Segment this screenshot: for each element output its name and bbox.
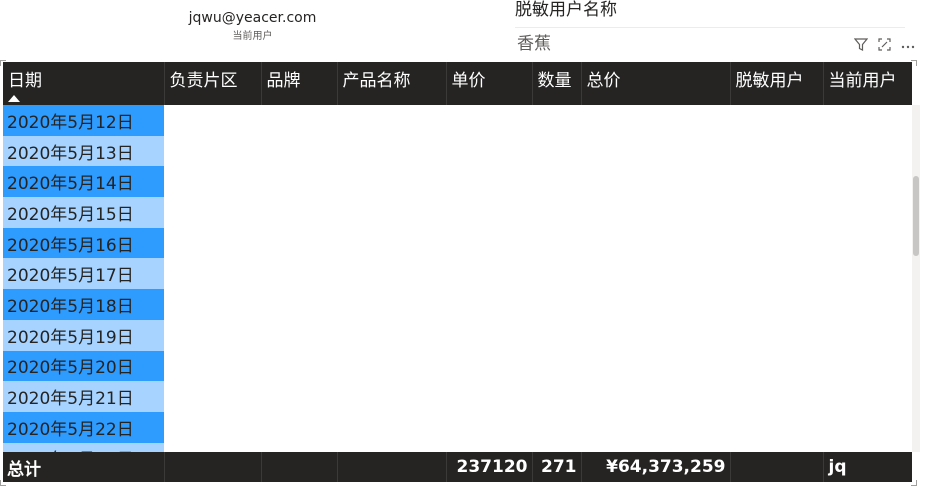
- column-header-unit-price[interactable]: 单价: [446, 62, 533, 105]
- table-row[interactable]: 2020年5月21日华南区美的空调70880¥56香蕉jq: [3, 381, 164, 412]
- table-row[interactable]: 2020年5月17日华南区戴森洗衣机18687¥12,994香蕉jq: [3, 258, 164, 290]
- table-row[interactable]: 2020年5月13日华南区海尔洗衣机13209¥12,242香蕉jq: [3, 135, 164, 167]
- totals-region: [164, 452, 262, 482]
- focus-mode-icon[interactable]: [878, 38, 891, 55]
- user-card-caption: 当前用户: [232, 31, 273, 42]
- more-options-icon[interactable]: [901, 40, 915, 54]
- table-row[interactable]: 2020年5月23日华南区海尔洗衣机97001¥10,863香蕉jq: [3, 442, 164, 452]
- slicer-value[interactable]: 香蕉: [515, 27, 905, 57]
- user-email: jqwu@yeacer.com: [188, 10, 317, 26]
- column-header-desensitized-user[interactable]: 脱敏用户: [730, 62, 824, 105]
- table-totals-row: 总计 237120 271 ¥64,373,259 jq: [3, 452, 912, 482]
- totals-total-price: ¥64,373,259: [581, 452, 731, 482]
- column-header-current-user[interactable]: 当前用户: [823, 62, 912, 105]
- table-row[interactable]: 2020年5月12日华南区格力空调83369¥78,845香蕉jq: [3, 105, 164, 136]
- totals-current-user: jq: [823, 452, 912, 482]
- cell-date: 2020年5月22日: [3, 411, 164, 443]
- visual-header-icons: [853, 38, 915, 55]
- column-header-product[interactable]: 产品名称: [337, 62, 447, 105]
- table-row[interactable]: 2020年5月18日华南区西门子洗衣机20485¥9,298香蕉jq: [3, 289, 164, 320]
- cell-date: 2020年5月14日: [3, 166, 164, 198]
- table-row[interactable]: 2020年5月16日华南区小米电视机45608¥34,534香蕉jq: [3, 227, 164, 259]
- user-card: jqwu@yeacer.com 当前用户: [160, 6, 345, 44]
- cell-date: 2020年5月21日: [3, 381, 164, 412]
- table-body: 2020年5月12日华南区格力空调83369¥78,845香蕉jq2020年5月…: [3, 105, 164, 452]
- sales-table: 日期 负责片区 品牌 产品名称 单价 数量 总价 脱敏用户 当前用户 2020年…: [3, 62, 912, 482]
- totals-quantity: 271: [532, 452, 582, 482]
- totals-desensitized-user: [730, 452, 824, 482]
- cell-date: 2020年5月18日: [3, 289, 164, 320]
- desensitized-user-slicer[interactable]: 脱敏用户名称 香蕉: [515, 0, 911, 58]
- column-header-region[interactable]: 负责片区: [164, 62, 262, 105]
- column-header-total-price[interactable]: 总价: [581, 62, 731, 105]
- totals-unit-price: 237120: [446, 452, 533, 482]
- table-header-row: 日期 负责片区 品牌 产品名称 单价 数量 总价 脱敏用户 当前用户: [3, 62, 912, 105]
- cell-date: 2020年5月12日: [3, 105, 164, 136]
- table-row[interactable]: 2020年5月22日华南区格力空调87634¥38,656香蕉jq: [3, 411, 164, 443]
- filter-icon[interactable]: [853, 38, 869, 55]
- sales-table-grid: 日期 负责片区 品牌 产品名称 单价 数量 总价 脱敏用户 当前用户 2020年…: [3, 62, 912, 482]
- cell-date: 2020年5月17日: [3, 258, 164, 290]
- cell-date: 2020年5月20日: [3, 350, 164, 382]
- table-scrollbar-thumb[interactable]: [913, 176, 919, 256]
- slicer-title: 脱敏用户名称: [515, 0, 617, 20]
- cell-date: 2020年5月23日: [3, 442, 164, 452]
- sort-ascending-icon: [8, 95, 20, 102]
- table-row[interactable]: 2020年5月15日华南区TCL电视机42556¥26,503香蕉jq: [3, 197, 164, 228]
- table-row[interactable]: 2020年5月14日华南区奥克斯洗衣机7844¥2,750香蕉jq: [3, 166, 164, 198]
- cell-date: 2020年5月15日: [3, 197, 164, 228]
- table-row[interactable]: 2020年5月19日华南区海信电视机35495¥16,205香蕉jq: [3, 319, 164, 351]
- totals-brand: [261, 452, 338, 482]
- table-vertical-scrollbar[interactable]: [912, 105, 920, 452]
- column-header-brand[interactable]: 品牌: [261, 62, 338, 105]
- cell-date: 2020年5月13日: [3, 135, 164, 167]
- cell-date: 2020年5月19日: [3, 319, 164, 351]
- column-header-quantity[interactable]: 数量: [532, 62, 582, 105]
- cell-date: 2020年5月16日: [3, 227, 164, 259]
- totals-product: [337, 452, 447, 482]
- table-row[interactable]: 2020年5月20日华南区苏泊尔电饭煲31916¥17,864香蕉jq: [3, 350, 164, 382]
- column-header-date[interactable]: 日期: [3, 62, 165, 105]
- totals-label: 总计: [3, 452, 165, 482]
